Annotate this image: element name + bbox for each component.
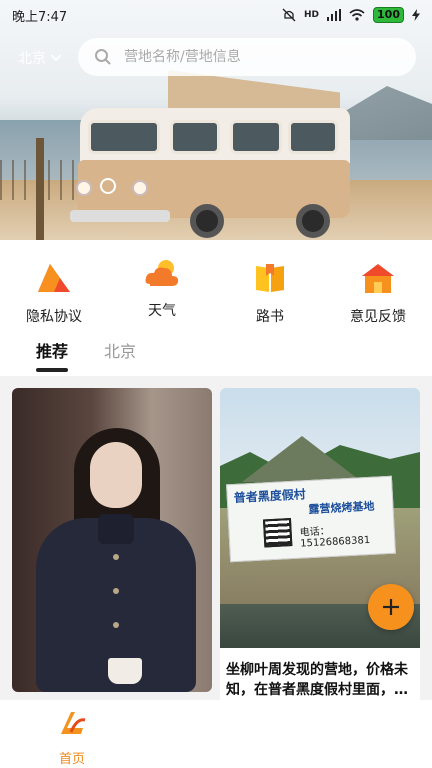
feed-card[interactable] — [12, 388, 212, 692]
camper-van-image — [70, 60, 350, 240]
bottom-nav-home[interactable]: 首页 — [32, 708, 112, 767]
status-icons: HD 100 — [282, 7, 420, 23]
tab-beijing[interactable]: 北京 — [104, 338, 136, 372]
quick-nav-feedback[interactable]: 意见反馈 — [338, 262, 418, 326]
card-caption: 坐柳叶周发现的营地，价格未知，在普者黑度假村里面，… — [226, 662, 408, 698]
bottom-nav-fade — [190, 700, 432, 768]
hero-banner[interactable] — [0, 0, 432, 240]
search-icon — [95, 49, 111, 65]
search-input[interactable] — [124, 49, 374, 65]
charging-icon — [412, 9, 420, 21]
roadbook-icon — [256, 264, 284, 292]
city-label: 北京 — [18, 51, 46, 67]
banner-subtitle: 露营烧烤基地 — [308, 499, 375, 517]
quick-nav-privacy[interactable]: 隐私协议 — [14, 262, 94, 326]
weather-icon — [145, 260, 179, 286]
add-button[interactable] — [368, 584, 414, 630]
banner-phone: 电话：15126868381 — [299, 526, 371, 550]
card-image — [12, 388, 212, 692]
network-label: HD — [304, 10, 320, 20]
status-time: 晚上7:47 — [12, 9, 68, 25]
city-selector[interactable]: 北京 — [18, 48, 62, 68]
quick-nav: 隐私协议 天气 路书 意见反馈 — [0, 260, 432, 326]
signal-icon — [327, 9, 342, 21]
camp-banner: 普者黑度假村 露营烧烤基地 电话：15126868381 — [226, 475, 396, 563]
mute-icon — [282, 8, 296, 22]
wooden-post — [36, 138, 44, 240]
quick-nav-weather[interactable]: 天气 — [122, 256, 202, 320]
tab-recommend[interactable]: 推荐 — [36, 338, 69, 372]
wifi-icon — [349, 9, 365, 21]
home-logo-icon — [61, 712, 86, 734]
qr-code-icon — [262, 518, 293, 548]
feed-card[interactable]: 普者黑度假村 露营烧烤基地 电话：15126868381 坐柳叶周发现的营地，价… — [220, 388, 420, 718]
feedback-icon — [362, 264, 394, 293]
search-bar[interactable] — [78, 38, 416, 76]
quick-nav-roadbook[interactable]: 路书 — [230, 262, 310, 326]
status-bar: 晚上7:47 HD 100 — [0, 0, 432, 30]
bottom-nav: 首页 — [0, 700, 432, 768]
battery-indicator: 100 — [373, 7, 404, 23]
chevron-down-icon — [50, 54, 62, 62]
feed-tabs: 推荐 北京 — [36, 338, 136, 372]
banner-title: 普者黑度假村 — [233, 487, 307, 506]
privacy-icon — [38, 264, 70, 292]
plus-icon — [383, 599, 399, 615]
